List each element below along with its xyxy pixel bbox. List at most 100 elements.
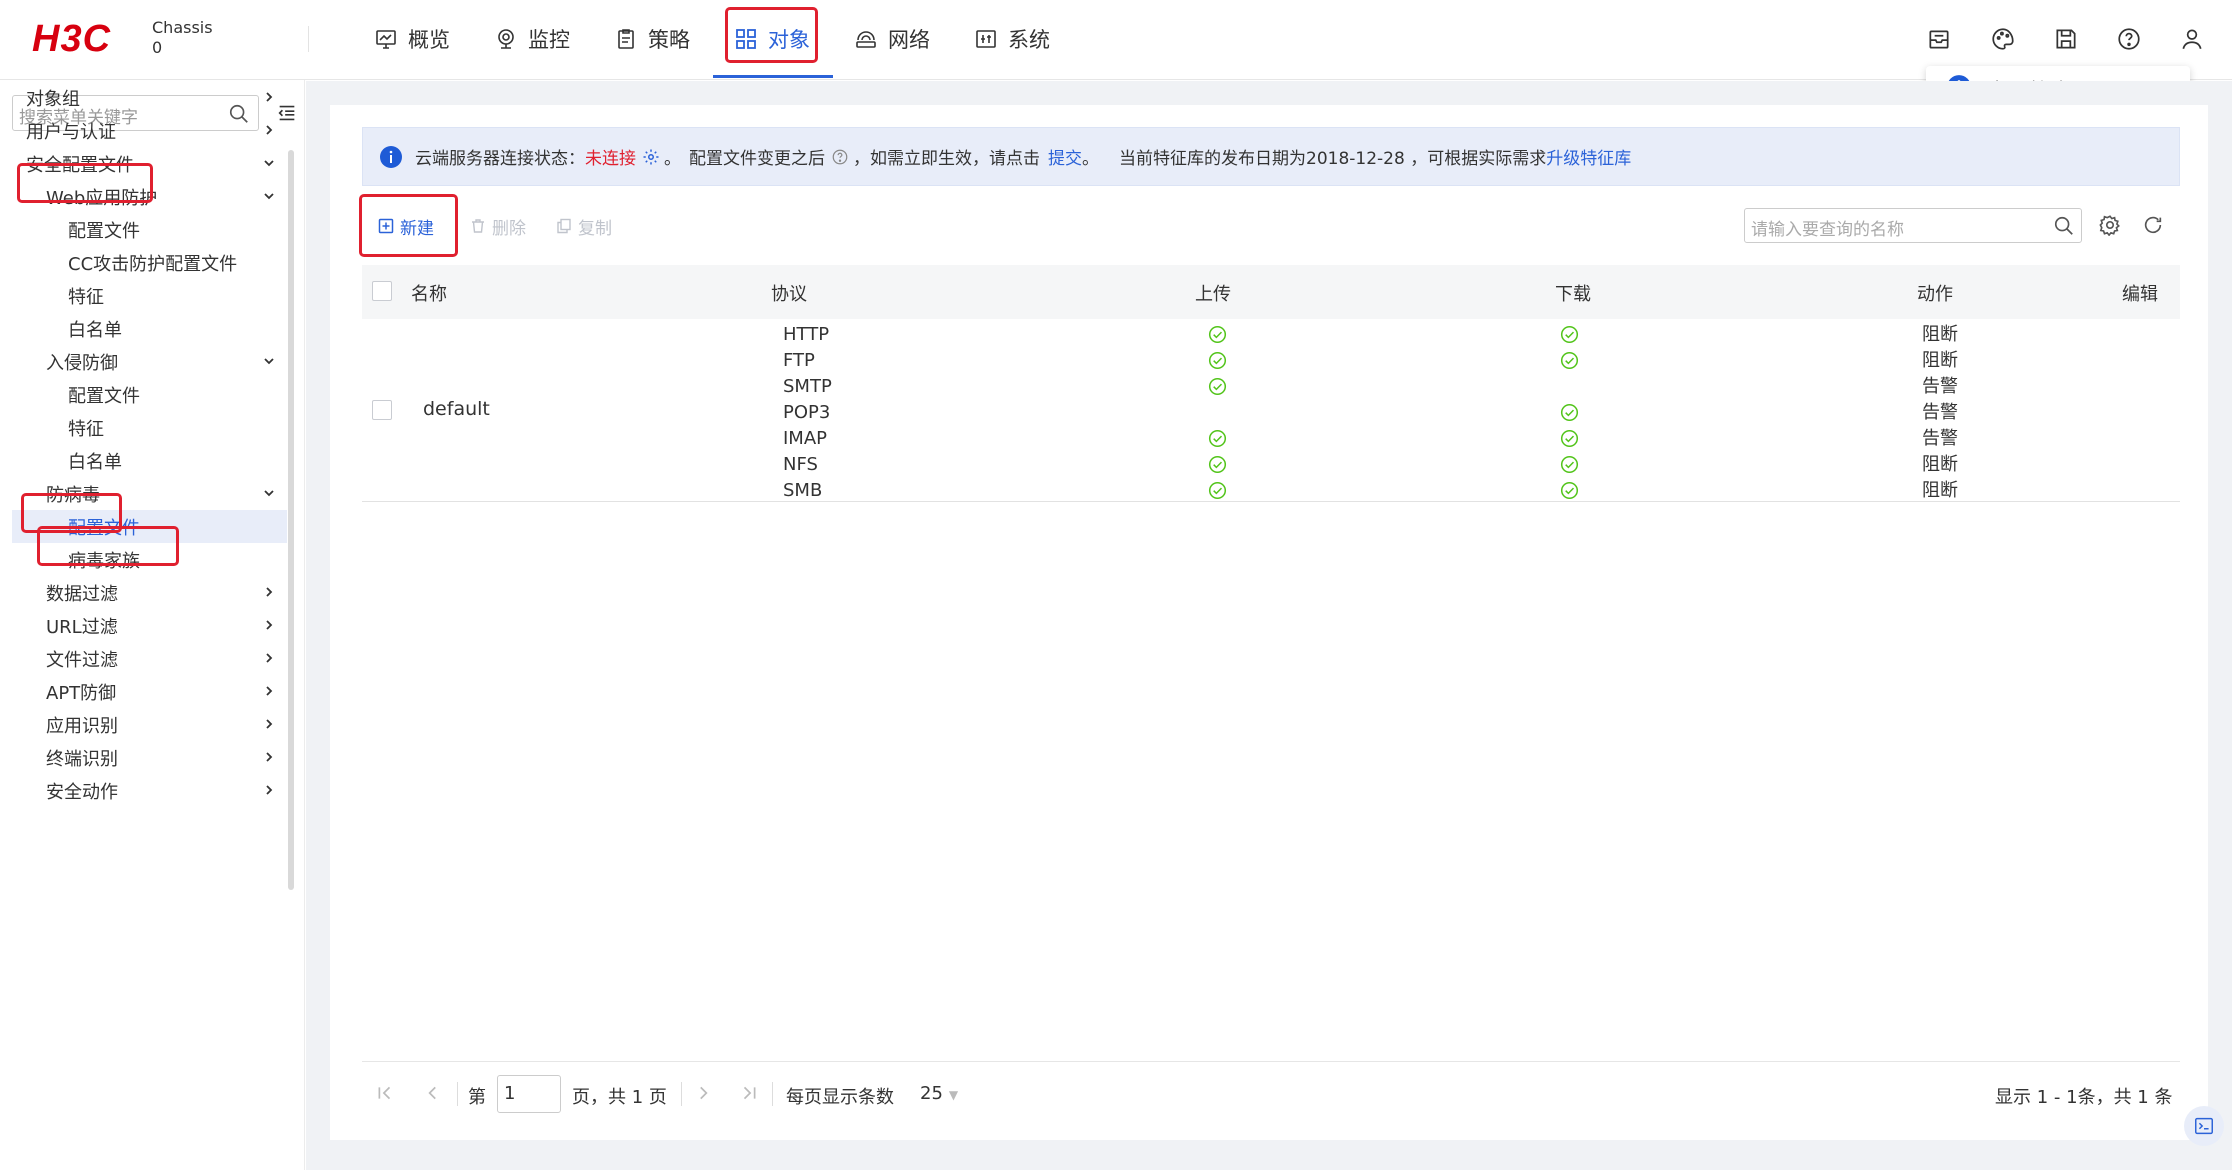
copy-button[interactable]: 复制 — [556, 214, 612, 239]
submit-link[interactable]: 提交 — [1048, 144, 1082, 169]
select-all-checkbox[interactable] — [372, 281, 392, 301]
sidebar-item[interactable]: APT防御 — [12, 675, 287, 708]
chevron-right-icon — [262, 651, 276, 665]
sidebar-item[interactable]: 终端识别 — [12, 741, 287, 774]
sidebar-item-label: 数据过滤 — [46, 583, 118, 605]
sidebar-item[interactable]: 应用识别 — [12, 708, 287, 741]
sidebar-item-label: 应用识别 — [46, 715, 118, 737]
save-icon[interactable] — [2053, 26, 2079, 52]
sidebar-item[interactable]: 对象组 — [12, 81, 287, 114]
palette-icon[interactable] — [1990, 26, 2016, 52]
refresh-icon[interactable] — [2142, 214, 2164, 236]
sidebar-item[interactable]: 病毒家族 — [12, 543, 287, 576]
action-cell: 阻断 — [1922, 454, 1958, 475]
last-page-icon[interactable] — [740, 1084, 758, 1102]
nav-tab-label: 网络 — [888, 28, 930, 52]
first-page-icon[interactable] — [376, 1084, 394, 1102]
profile-name: default — [423, 398, 490, 420]
copy-button-label: 复制 — [578, 218, 612, 239]
sidebar-item[interactable]: 白名单 — [12, 444, 287, 477]
next-page-icon[interactable] — [694, 1084, 712, 1102]
check-circle-icon — [1208, 374, 1227, 400]
sidebar: 搜索菜单关键字 对象组 用户与认证 安全配置文件 Web应用防护 配置文件 CC攻击防护配… — [0, 80, 305, 1170]
brand-logo: H3C — [32, 18, 112, 60]
column-header-name[interactable]: 名称 — [411, 280, 447, 306]
nav-tab-label: 策略 — [648, 28, 690, 52]
column-header-edit[interactable]: 编辑 — [2122, 280, 2158, 306]
info-bar: 云端服务器连接状态： 未连接 。 配置文件变更之后 ，如需立即生效，请点击 提交… — [362, 127, 2180, 186]
sidebar-item[interactable]: 配置文件 — [12, 378, 287, 411]
search-icon[interactable] — [2053, 215, 2075, 237]
user-icon[interactable] — [2179, 26, 2205, 52]
sidebar-item[interactable]: 防病毒 — [12, 477, 287, 510]
cloud-settings-icon[interactable] — [642, 148, 660, 166]
nav-tab-system[interactable]: 系统 — [974, 0, 1050, 78]
settings-gear-icon[interactable] — [2099, 214, 2121, 236]
nav-tab-label: 监控 — [528, 28, 570, 52]
chevron-down-icon — [262, 486, 276, 500]
row-checkbox[interactable] — [372, 400, 392, 420]
nav-tab-object[interactable]: 对象 — [734, 0, 810, 78]
sidebar-item[interactable]: 特征 — [12, 411, 287, 444]
sidebar-item[interactable]: 特征 — [12, 279, 287, 312]
action-cell: 阻断 — [1922, 350, 1958, 371]
nav-tab-label: 系统 — [1008, 28, 1050, 52]
sidebar-item[interactable]: 配置文件 — [12, 213, 287, 246]
chevron-down-icon — [262, 189, 276, 203]
sidebar-item-label: 特征 — [68, 286, 104, 308]
prev-page-icon[interactable] — [424, 1084, 442, 1102]
sidebar-item[interactable]: 入侵防御 — [12, 345, 287, 378]
check-circle-icon — [1560, 452, 1579, 478]
help-icon[interactable] — [2116, 26, 2142, 52]
sidebar-item[interactable]: 文件过滤 — [12, 642, 287, 675]
policy-icon — [614, 27, 638, 51]
column-header-protocol[interactable]: 协议 — [771, 280, 807, 306]
sidebar-item[interactable]: Web应用防护 — [12, 180, 287, 213]
check-circle-icon — [1208, 348, 1227, 374]
name-search-input[interactable]: 请输入要查询的名称 — [1744, 208, 2082, 243]
info-separator: 。 — [1082, 149, 1099, 169]
sidebar-item[interactable]: 用户与认证 — [12, 114, 287, 147]
config-change-label: 配置文件变更之后 — [689, 149, 825, 169]
sidebar-item-label: CC攻击防护配置文件 — [68, 253, 238, 275]
new-button[interactable]: 新建 — [378, 214, 434, 239]
sidebar-item[interactable]: 安全配置文件 — [12, 147, 287, 180]
help-circle-icon[interactable] — [831, 148, 849, 166]
nav-tab-label: 对象 — [768, 28, 810, 52]
nav-tab-policy[interactable]: 策略 — [614, 0, 690, 78]
action-cell: 告警 — [1922, 376, 1958, 397]
chevron-right-icon — [262, 684, 276, 698]
sidebar-item-label: Web应用防护 — [46, 187, 158, 209]
nav-tab-network[interactable]: 网络 — [854, 0, 930, 78]
per-page-select[interactable]: 25 ▼ — [920, 1083, 958, 1104]
table-row[interactable]: default HTTP 阻断 FTP 阻断 SMTP 告警 POP3 告警 IMAP 告警 NFS… — [362, 320, 2180, 502]
sidebar-item[interactable]: 白名单 — [12, 312, 287, 345]
nav-tab-overview[interactable]: 概览 — [374, 0, 450, 78]
message-box-icon[interactable] — [1926, 26, 1952, 52]
sidebar-item[interactable]: URL过滤 — [12, 609, 287, 642]
delete-button[interactable]: 删除 — [470, 214, 526, 239]
upgrade-signature-link[interactable]: 升级特征库 — [1546, 144, 1631, 169]
column-header-upload[interactable]: 上传 — [1195, 280, 1231, 306]
page-number-input[interactable]: 1 — [497, 1075, 561, 1113]
sidebar-item-label: 终端识别 — [46, 748, 118, 770]
pager-divider — [362, 1061, 2180, 1062]
column-header-action[interactable]: 动作 — [1917, 280, 1953, 306]
column-header-download[interactable]: 下载 — [1555, 280, 1591, 306]
sidebar-item[interactable]: CC攻击防护配置文件 — [12, 246, 287, 279]
sidebar-item-label: 配置文件 — [68, 385, 140, 407]
sidebar-item-label: APT防御 — [46, 682, 117, 704]
sidebar-item[interactable]: 配置文件 — [12, 510, 287, 543]
sidebar-scrollbar-thumb[interactable] — [288, 150, 294, 890]
new-button-label: 新建 — [400, 218, 434, 239]
sidebar-item[interactable]: 安全动作 — [12, 774, 287, 807]
nav-tab-monitor[interactable]: 监控 — [494, 0, 570, 78]
delete-button-label: 删除 — [492, 218, 526, 239]
per-page-value: 25 — [920, 1083, 943, 1104]
sidebar-item-label: 对象组 — [26, 88, 80, 110]
action-cell: 阻断 — [1922, 480, 1958, 501]
sidebar-item[interactable]: 数据过滤 — [12, 576, 287, 609]
pager-separator — [681, 1082, 682, 1106]
terminal-icon[interactable] — [2184, 1106, 2224, 1146]
pager-separator — [772, 1082, 773, 1106]
